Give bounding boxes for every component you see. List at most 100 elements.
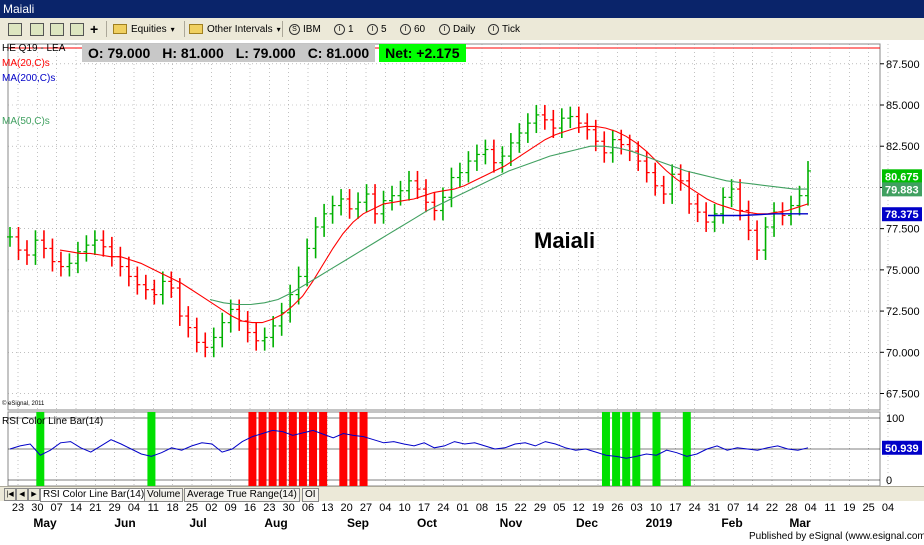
ma200-badge: 78.375	[885, 209, 919, 221]
rsi-signal-bar	[682, 412, 691, 486]
date-tick-label: 08	[476, 502, 488, 514]
chart-icon	[30, 22, 44, 36]
ma200-legend[interactable]: MA(200,C)s	[2, 73, 55, 84]
symbol-button[interactable]: S IBM	[289, 21, 321, 37]
date-tick-label: 24	[689, 502, 701, 514]
interval-icon: I	[439, 23, 450, 35]
rsi-legend[interactable]: RSI Color Line Bar(14)	[2, 416, 103, 427]
date-tick-label: 13	[321, 502, 333, 514]
interval-1-label: 1	[348, 23, 354, 35]
rsi-signal-bar	[258, 412, 267, 486]
add-button[interactable]: +	[90, 21, 98, 37]
date-tick-label: 12	[573, 502, 585, 514]
tab-atr[interactable]: Average True Range(14)	[184, 488, 300, 502]
other-intervals-dropdown[interactable]: Other Intervals ▾	[189, 21, 281, 37]
date-tick-label: 23	[12, 502, 24, 514]
date-tick-label: 29	[534, 502, 546, 514]
date-tick-label: 04	[128, 502, 140, 514]
interval-daily-label: Daily	[453, 23, 476, 35]
date-tick-label: 17	[418, 502, 430, 514]
interval-daily-button[interactable]: I Daily	[439, 21, 475, 37]
publisher-text: Published by eSignal (www.esignal.com)	[749, 531, 924, 542]
toolbar-separator	[106, 21, 107, 37]
date-tick-label: 11	[148, 502, 159, 514]
date-tick-label: 30	[283, 502, 295, 514]
copy-button[interactable]	[70, 21, 87, 37]
month-label: 2019	[646, 516, 673, 530]
rsi-signal-bar	[622, 412, 631, 486]
rsi-signal-bar	[612, 412, 621, 486]
tab-rsi[interactable]: RSI Color Line Bar(14)	[40, 488, 148, 502]
price-tick-label: 70.000	[886, 347, 920, 359]
rsi-signal-bar	[147, 412, 156, 486]
tab-oi[interactable]: OI	[302, 488, 319, 502]
interval-5-label: 5	[381, 23, 387, 35]
price-chart[interactable]: 23 30 07 14 21 29 04 11 18 25 02 09 16 23 30 06 13 20 27 04…	[0, 40, 924, 545]
date-tick-label: 01	[457, 502, 469, 514]
interval-icon: I	[334, 23, 345, 35]
high-value: H: 81.000	[156, 44, 230, 62]
date-tick-label: 19	[843, 502, 855, 514]
price-tick-label: 85.000	[886, 100, 920, 112]
date-tick-label: 02	[205, 502, 217, 514]
study-tabs: |◀ ◀ ▶ RSI Color Line Bar(14) Volume Ave…	[0, 486, 924, 502]
date-tick-label: 21	[89, 502, 101, 514]
date-tick-label: 22	[515, 502, 527, 514]
ohlc-readout: O: 79.000 H: 81.000 L: 79.000 C: 81.000 …	[82, 44, 466, 62]
layout-button[interactable]	[8, 21, 25, 37]
layout-icon	[8, 22, 22, 36]
month-label: Mar	[789, 516, 811, 530]
date-tick-label: 19	[592, 502, 604, 514]
interval-icon: I	[367, 23, 378, 35]
ma50-legend[interactable]: MA(50,C)s	[2, 116, 50, 127]
month-label: Jul	[189, 516, 206, 530]
interval-60-label: 60	[414, 23, 426, 35]
intervals-label: Other Intervals	[207, 23, 273, 35]
rsi-signal-bar	[339, 412, 348, 486]
interval-tick-button[interactable]: I Tick	[488, 21, 520, 37]
date-tick-label: 04	[379, 502, 391, 514]
tab-prev-icon[interactable]: ◀	[16, 488, 28, 501]
date-tick-label: 17	[669, 502, 681, 514]
date-tick-label: 25	[186, 502, 198, 514]
rsi-signal-bar	[359, 412, 368, 486]
date-tick-label: 16	[244, 502, 256, 514]
symbol-icon: S	[289, 23, 300, 35]
rsi-signal-bar	[652, 412, 661, 486]
table-button[interactable]	[50, 21, 67, 37]
month-label: May	[33, 516, 57, 530]
rsi-tick-label: 100	[886, 413, 904, 425]
date-tick-label: 28	[785, 502, 797, 514]
last-price-badge: 80.675	[885, 171, 919, 183]
interval-5-button[interactable]: I5	[367, 21, 387, 37]
interval-60-button[interactable]: I 60	[400, 21, 425, 37]
window-titlebar: Maiali	[0, 0, 924, 18]
toolbar-separator	[184, 21, 185, 37]
interval-1-button[interactable]: I1	[334, 21, 354, 37]
rsi-signal-bar	[288, 412, 297, 486]
date-tick-label: 05	[553, 502, 565, 514]
rsi-signal-bar	[601, 412, 610, 486]
month-label: Aug	[264, 516, 287, 530]
symbol-label: IBM	[303, 23, 321, 35]
month-label: Jun	[114, 516, 135, 530]
price-tick-label: 67.500	[886, 389, 920, 401]
tab-volume[interactable]: Volume	[144, 488, 184, 502]
rsi-signal-bar	[632, 412, 641, 486]
date-tick-label: 03	[631, 502, 643, 514]
price-tick-label: 77.500	[886, 224, 920, 236]
chart-background	[0, 40, 924, 545]
chart-button[interactable]	[30, 21, 47, 37]
tab-first-icon[interactable]: |◀	[4, 488, 16, 501]
window-title: Maiali	[3, 2, 35, 16]
ma20-legend[interactable]: MA(20,C)s	[2, 58, 50, 69]
month-label: Feb	[721, 516, 742, 530]
equities-dropdown[interactable]: Equities ▾	[113, 21, 175, 37]
date-tick-label: 24	[437, 502, 449, 514]
tab-next-icon[interactable]: ▶	[28, 488, 40, 501]
date-tick-label: 26	[611, 502, 623, 514]
toolbar: + Equities ▾ Other Intervals ▾ S IBM I1 I5 …	[0, 18, 924, 41]
equities-label: Equities	[131, 23, 167, 35]
date-tick-label: 30	[31, 502, 43, 514]
interval-icon: I	[488, 23, 499, 35]
